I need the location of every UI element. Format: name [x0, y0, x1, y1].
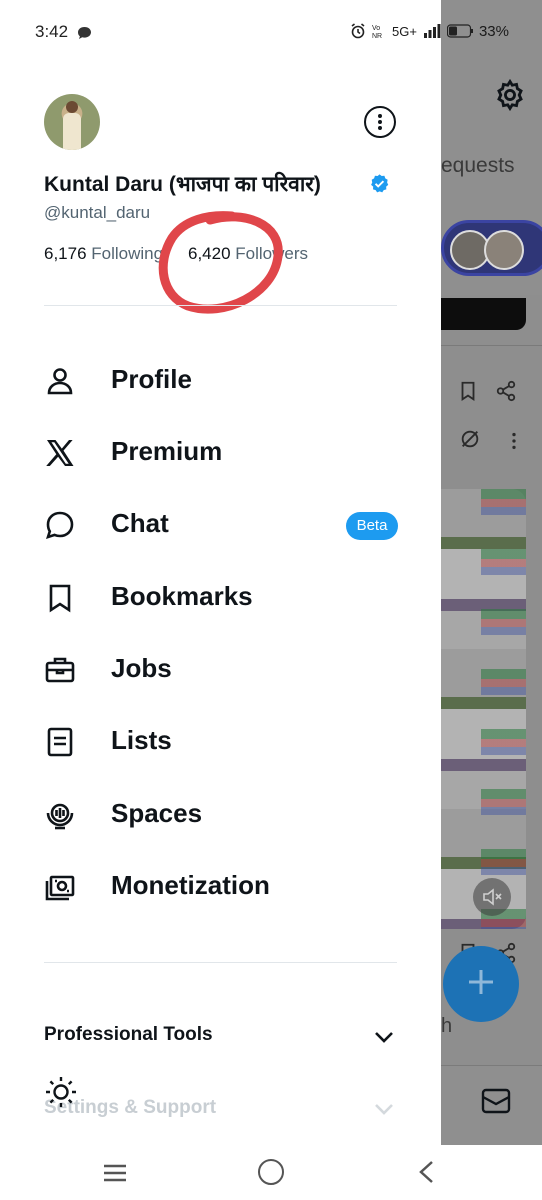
- menu-label: Spaces: [111, 798, 203, 828]
- briefcase-icon: [45, 657, 75, 683]
- alarm-icon: [351, 23, 365, 39]
- menu-item-premium[interactable]: Premium: [0, 421, 441, 485]
- status-time: 3:42: [35, 22, 69, 41]
- divider: [44, 962, 397, 963]
- following-count: 6,176: [44, 244, 87, 263]
- person-icon: [47, 368, 73, 395]
- chevron-down-icon[interactable]: [372, 1025, 396, 1049]
- menu-label: Jobs: [111, 653, 172, 683]
- menu-item-spaces[interactable]: Spaces: [0, 783, 441, 847]
- money-icon: [45, 875, 75, 901]
- background-tab-label: equests: [441, 154, 515, 177]
- following-link[interactable]: 6,176 Following: [44, 244, 163, 264]
- menu-item-profile[interactable]: Profile: [0, 349, 441, 413]
- battery-icon: [446, 24, 473, 38]
- system-navigation-bar: [0, 1145, 542, 1200]
- avatar-body: [63, 113, 81, 150]
- svg-text:NR: NR: [372, 33, 382, 40]
- dot: [378, 114, 382, 118]
- divider: [441, 345, 542, 346]
- x-logo-icon: [46, 440, 74, 466]
- avatar[interactable]: [44, 94, 100, 150]
- battery-percent: 33%: [478, 22, 509, 40]
- network-type: 5G+: [392, 23, 417, 39]
- menu-item-lists[interactable]: Lists: [0, 710, 441, 774]
- divider: [44, 305, 397, 306]
- background-app-scrim[interactable]: equests h: [441, 0, 542, 1200]
- volte-icon: VoNR: [372, 25, 382, 40]
- status-indicators: Vo NR 5G+ 33%: [350, 22, 509, 40]
- bookmark-icon: [461, 381, 475, 401]
- chevron-down-icon[interactable]: [372, 1097, 396, 1121]
- avatar-head: [66, 101, 78, 113]
- menu-label: Lists: [111, 725, 172, 755]
- background-banner: [441, 298, 526, 330]
- background-story-pill: [441, 220, 542, 276]
- signal-icon: [423, 24, 441, 38]
- menu-label: Profile: [111, 364, 192, 394]
- grok-icon: [461, 430, 479, 448]
- display-brightness-icon[interactable]: [44, 1075, 78, 1109]
- share-icon: [496, 380, 516, 402]
- menu-label: Chat: [111, 508, 169, 538]
- menu-label: Monetization: [111, 870, 270, 900]
- display-name[interactable]: Kuntal Daru (भाजपा का परिवार): [44, 170, 321, 198]
- list-icon: [47, 727, 73, 757]
- compose-fab[interactable]: [443, 946, 519, 1022]
- spaces-mic-icon: [46, 803, 74, 830]
- menu-item-jobs[interactable]: Jobs: [0, 638, 441, 702]
- more-options-button[interactable]: [364, 106, 396, 138]
- chat-bubble-icon: [46, 511, 74, 539]
- dot: [378, 120, 382, 124]
- bookmark-icon: [49, 584, 71, 613]
- gear-icon: [497, 78, 523, 112]
- message-notification-icon: [78, 27, 91, 39]
- mail-icon: [481, 1088, 511, 1114]
- mute-icon: [473, 878, 511, 916]
- home-button[interactable]: [258, 1159, 284, 1185]
- plus-icon: [469, 970, 493, 994]
- professional-tools-header[interactable]: Professional Tools: [44, 1024, 213, 1046]
- menu-item-chat[interactable]: Chat Beta: [0, 493, 441, 557]
- navigation-drawer: Kuntal Daru (भाजपा का परिवार) @kuntal_da…: [0, 0, 441, 1145]
- background-text: h: [441, 1015, 453, 1037]
- beta-badge: Beta: [346, 512, 398, 540]
- story-avatar: [484, 230, 524, 270]
- menu-label: Bookmarks: [111, 581, 253, 611]
- recent-apps-icon[interactable]: [102, 1162, 128, 1184]
- svg-text:Vo: Vo: [372, 25, 380, 32]
- handle: @kuntal_daru: [44, 203, 151, 222]
- menu-label: Premium: [111, 436, 223, 466]
- menu-item-bookmarks[interactable]: Bookmarks: [0, 566, 441, 630]
- menu-item-monetization[interactable]: Monetization: [0, 855, 441, 919]
- verified-badge-icon: [371, 174, 389, 193]
- more-vertical-icon: [512, 432, 516, 450]
- dot: [378, 126, 382, 130]
- status-bar: 3:42 Vo NR 5G+ 33%: [0, 0, 542, 62]
- back-icon[interactable]: [416, 1159, 436, 1185]
- background-video-texture: [481, 489, 526, 929]
- red-annotation-circle: [158, 211, 283, 314]
